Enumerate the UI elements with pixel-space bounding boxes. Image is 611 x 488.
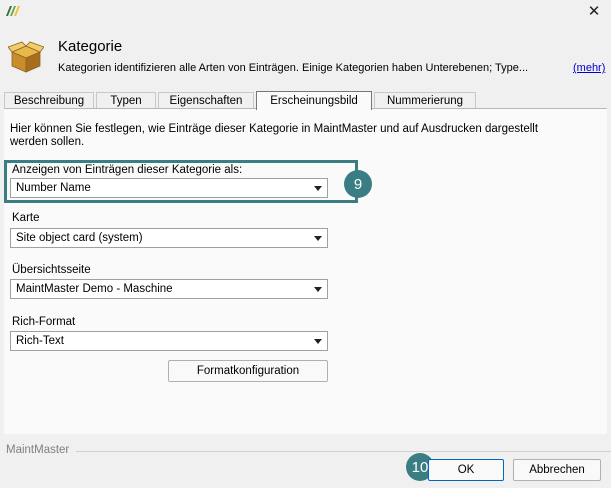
display-as-label: Anzeigen von Einträgen dieser Kategorie …	[12, 164, 243, 176]
overview-page-value: MaintMaster Demo - Maschine	[16, 283, 173, 295]
rich-format-label: Rich-Format	[12, 316, 76, 328]
step-badge: 9	[344, 170, 372, 198]
chevron-down-icon	[314, 186, 322, 191]
footer-brand: MaintMaster	[6, 444, 70, 456]
title-bar: ✕	[0, 0, 611, 24]
display-as-select[interactable]: Number Name	[10, 178, 328, 198]
maintmaster-logo-icon	[6, 6, 20, 16]
footer-divider	[76, 451, 611, 452]
tab-erscheinungsbild[interactable]: Erscheinungsbild	[256, 91, 372, 110]
more-link[interactable]: (mehr)	[573, 62, 605, 74]
chevron-down-icon	[314, 236, 322, 241]
tab-beschreibung[interactable]: Beschreibung	[4, 92, 94, 109]
chevron-down-icon	[314, 339, 322, 344]
tab-typen[interactable]: Typen	[96, 92, 156, 109]
tab-nummerierung[interactable]: Nummerierung	[374, 92, 476, 109]
chevron-down-icon	[314, 287, 322, 292]
ok-button[interactable]: OK	[428, 459, 504, 481]
package-box-icon	[8, 41, 44, 73]
card-select[interactable]: Site object card (system)	[10, 228, 328, 248]
display-as-value: Number Name	[16, 182, 91, 194]
tab-panel	[4, 109, 607, 434]
tab-bar: Beschreibung Typen Eigenschaften Erschei…	[4, 91, 608, 110]
overview-page-select[interactable]: MaintMaster Demo - Maschine	[10, 279, 328, 299]
close-button[interactable]: ✕	[577, 0, 611, 22]
cancel-button[interactable]: Abbrechen	[513, 459, 601, 481]
intro-text: Hier können Sie festlegen, wie Einträge …	[10, 123, 539, 148]
card-value: Site object card (system)	[16, 232, 143, 244]
dialog-description: Kategorien identifizieren alle Arten von…	[58, 62, 529, 74]
tab-eigenschaften[interactable]: Eigenschaften	[158, 92, 254, 109]
card-label: Karte	[12, 212, 40, 224]
rich-format-value: Rich-Text	[16, 335, 64, 347]
rich-format-select[interactable]: Rich-Text	[10, 331, 328, 351]
format-config-button[interactable]: Formatkonfiguration	[168, 360, 328, 382]
dialog-title: Kategorie	[58, 38, 123, 55]
overview-page-label: Übersichtsseite	[12, 264, 91, 276]
